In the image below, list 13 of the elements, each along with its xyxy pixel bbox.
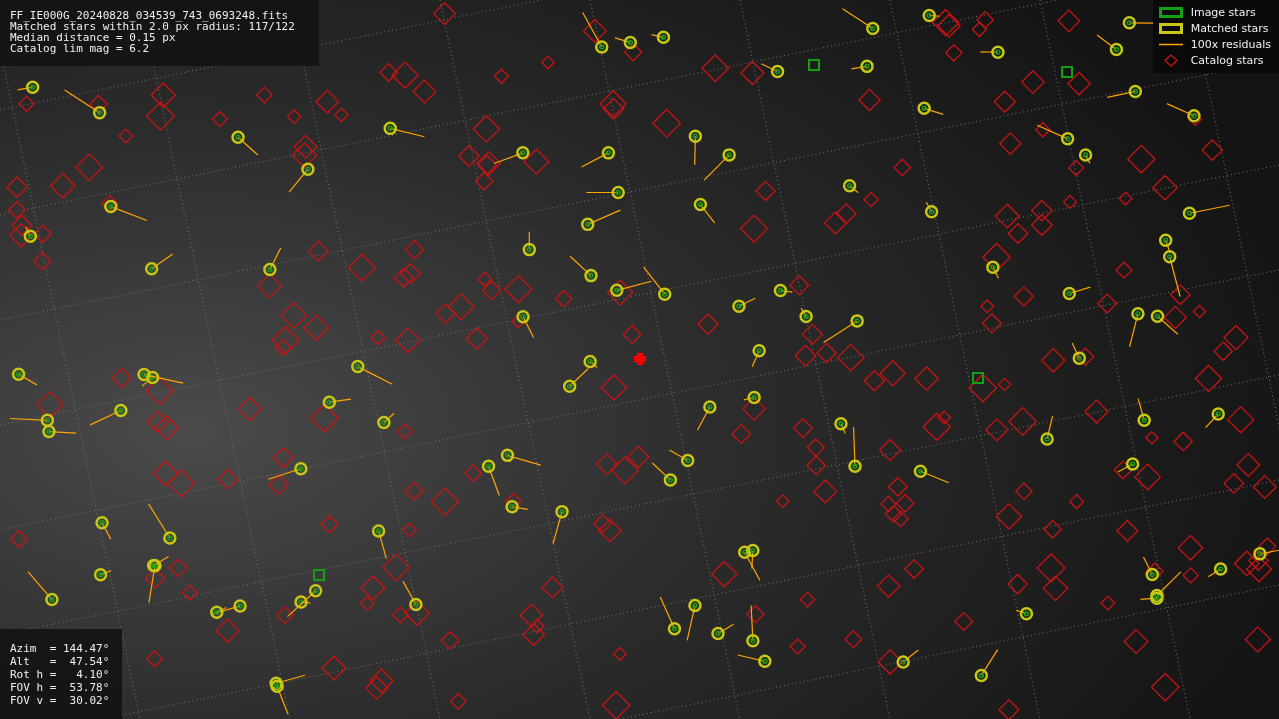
legend-label: Matched stars	[1190, 22, 1269, 35]
pointing-text-line: FOV v = 30.02°	[10, 694, 111, 707]
legend-label: Catalog stars	[1190, 54, 1264, 67]
legend-label: Image stars	[1190, 6, 1256, 19]
pointing-text-line: Azim = 144.47°	[10, 642, 111, 655]
info-text-line: Catalog lim mag = 6.2	[10, 43, 151, 54]
pointing-text-line: Alt = 47.54°	[10, 655, 111, 668]
pointing-text-line: Rot h = 4.10°	[10, 668, 111, 681]
info-text-line: FF_IE000G_20240828_034539_743_0693248.fits	[10, 10, 290, 21]
pointing-text-line: FOV h = 53.78°	[10, 681, 111, 694]
info-text-line: Matched stars within 2.0 px radius: 117/122	[10, 21, 296, 32]
info-text-line: Median distance = 0.15 px	[10, 32, 176, 43]
legend-label: 100x residuals	[1190, 38, 1271, 51]
